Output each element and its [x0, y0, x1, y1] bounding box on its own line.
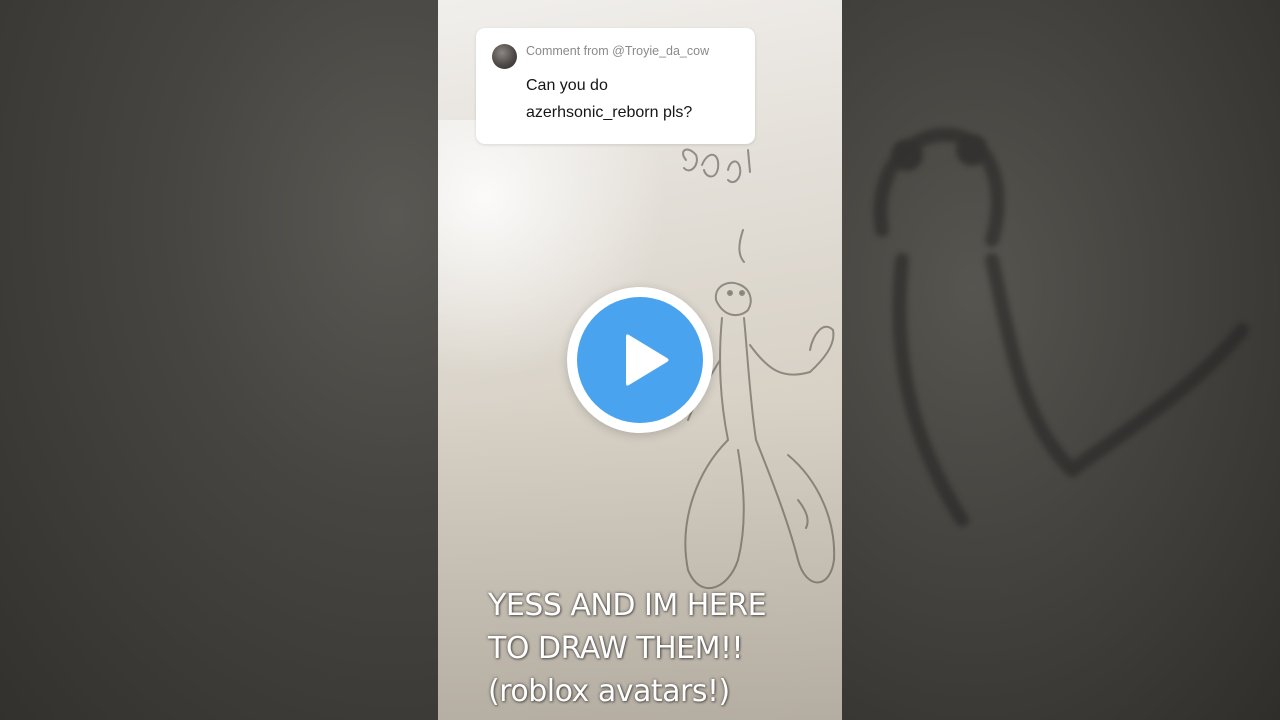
play-button-circle — [577, 297, 703, 423]
play-button[interactable] — [567, 287, 713, 433]
comment-body-line: Can you do — [526, 77, 608, 94]
play-icon — [626, 334, 669, 386]
caption-line: YESS AND IM HERE — [488, 588, 767, 623]
video-caption: YESS AND IM HERE TO DRAW THEM!! (roblox … — [488, 584, 838, 713]
commenter-avatar — [492, 44, 517, 69]
caption-line: TO DRAW THEM!! — [488, 631, 744, 666]
comment-body-line: azerhsonic_reborn pls? — [526, 104, 693, 121]
blurred-background-right — [842, 0, 1280, 720]
comment-body: Can you do azerhsonic_reborn pls? — [526, 72, 746, 126]
blurred-sketch-echo — [873, 127, 1249, 527]
caption-line: (roblox avatars!) — [488, 674, 730, 709]
comment-reply-card: Comment from @Troyie_da_cow Can you do a… — [476, 28, 755, 144]
blurred-background-left — [0, 0, 438, 720]
comment-header: Comment from @Troyie_da_cow — [526, 44, 710, 58]
